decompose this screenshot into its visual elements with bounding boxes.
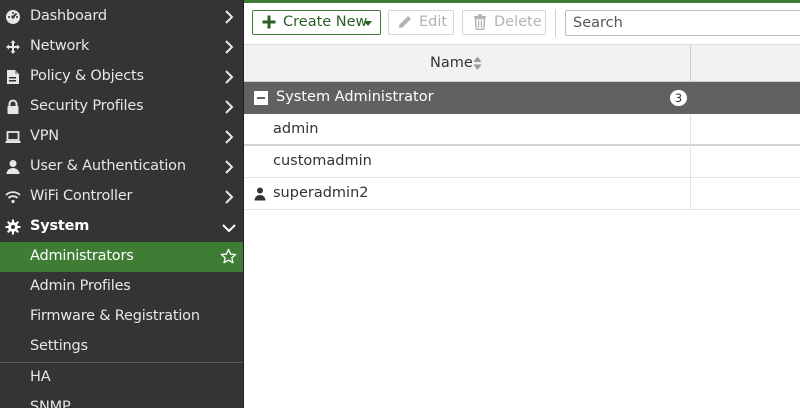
sidebar-item-label: VPN (30, 128, 59, 144)
sidebar-item-label: Dashboard (30, 8, 107, 24)
sidebar-item-wifi-controller[interactable]: WiFi Controller (0, 182, 243, 212)
sidebar-item-label: Administrators (30, 248, 134, 264)
table-row[interactable]: customadmin (244, 146, 800, 178)
chevron-right-icon (225, 100, 234, 114)
sidebar-item-label: SNMP (30, 399, 71, 408)
sidebar-item-settings[interactable]: Settings (0, 332, 243, 362)
sidebar-item-security-profiles[interactable]: Security Profiles (0, 92, 243, 122)
delete-label: Delete (494, 14, 542, 30)
delete-button[interactable]: Delete (462, 10, 546, 35)
column-header-name[interactable]: Name (244, 45, 691, 82)
sidebar-item-policy-objects[interactable]: Policy & Objects (0, 62, 243, 92)
chevron-right-icon (225, 10, 234, 24)
table-row[interactable]: superadmin2 (244, 178, 800, 210)
user-icon (254, 187, 266, 201)
cell-name: superadmin2 (244, 178, 691, 209)
caret-down-icon (364, 21, 372, 26)
trash-icon (474, 14, 486, 30)
sidebar-item-label: User & Authentication (30, 158, 186, 174)
sidebar-item-label: Network (30, 38, 90, 54)
collapse-icon[interactable] (254, 91, 268, 105)
pencil-icon (399, 16, 411, 28)
sidebar-item-label: Security Profiles (30, 98, 144, 114)
admin-name: superadmin2 (273, 185, 369, 201)
sidebar-item-label: Settings (30, 338, 88, 354)
gear-icon (5, 219, 21, 235)
sidebar-item-firmware-registration[interactable]: Firmware & Registration (0, 302, 243, 332)
chevron-right-icon (225, 130, 234, 144)
sidebar-item-snmp[interactable]: SNMP (0, 393, 243, 408)
network-icon (5, 39, 21, 55)
sidebar-item-admin-profiles[interactable]: Admin Profiles (0, 272, 243, 302)
column-header-label: Name (430, 55, 473, 71)
cell-name: customadmin (244, 146, 691, 177)
laptop-icon (5, 129, 21, 145)
sidebar-item-label: Admin Profiles (30, 278, 131, 294)
plus-icon (262, 15, 276, 29)
admin-name: admin (273, 121, 319, 137)
sort-icon (473, 56, 482, 70)
policy-icon (5, 69, 21, 85)
edit-button[interactable]: Edit (388, 10, 454, 35)
cell-name: admin (244, 114, 691, 145)
create-new-button[interactable]: Create New (252, 10, 381, 35)
sidebar-item-label: System (30, 218, 90, 234)
sidebar-item-label: HA (30, 369, 51, 385)
sidebar-item-label: Policy & Objects (30, 68, 144, 84)
sidebar: Dashboard Network Policy & Objects Secur… (0, 0, 243, 408)
sidebar-item-system[interactable]: System (0, 212, 243, 242)
table-header: Name (244, 44, 800, 82)
count-badge: 3 (670, 90, 687, 106)
sidebar-item-administrators[interactable]: Administrators (0, 242, 243, 272)
group-label: System Administrator (276, 89, 434, 105)
table-row[interactable]: admin (244, 114, 800, 146)
edit-label: Edit (419, 14, 448, 30)
user-icon (5, 159, 21, 175)
wifi-icon (5, 189, 21, 205)
chevron-right-icon (225, 190, 234, 204)
dashboard-icon (5, 9, 21, 25)
star-icon[interactable] (220, 248, 237, 265)
sidebar-item-vpn[interactable]: VPN (0, 122, 243, 152)
chevron-down-icon (222, 224, 236, 233)
admin-name: customadmin (273, 153, 372, 169)
search-input[interactable] (565, 10, 800, 36)
sidebar-item-network[interactable]: Network (0, 32, 243, 62)
create-new-label: Create New (283, 14, 368, 30)
lock-icon (5, 99, 21, 115)
group-header-row[interactable]: System Administrator 3 (244, 82, 800, 114)
sidebar-item-label: Firmware & Registration (30, 308, 200, 324)
chevron-right-icon (225, 70, 234, 84)
toolbar-separator (555, 9, 556, 37)
sidebar-item-label: WiFi Controller (30, 188, 133, 204)
sidebar-item-user-authentication[interactable]: User & Authentication (0, 152, 243, 182)
chevron-right-icon (225, 40, 234, 54)
sidebar-item-ha[interactable]: HA (0, 363, 243, 393)
sidebar-item-dashboard[interactable]: Dashboard (0, 2, 243, 32)
chevron-right-icon (225, 160, 234, 174)
accent-bar (244, 0, 800, 3)
